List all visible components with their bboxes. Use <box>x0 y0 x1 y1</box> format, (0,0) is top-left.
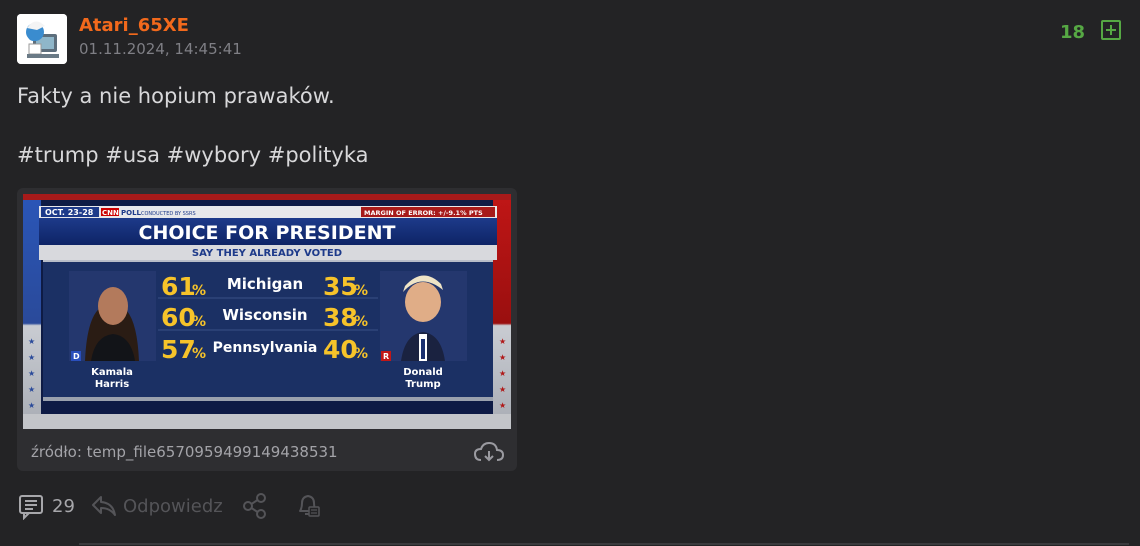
percent-sign: % <box>192 314 206 330</box>
svg-text:★: ★ <box>499 337 506 346</box>
state-michigan: Michigan <box>227 275 303 293</box>
post-tags[interactable]: #trump #usa #wybory #polityka <box>17 143 369 167</box>
graphic-subtitle: SAY THEY ALREADY VOTED <box>192 248 342 259</box>
comments-icon[interactable] <box>17 492 45 520</box>
post-text-line: Fakty a nie hopium prawaków. <box>17 84 335 108</box>
harris-party-badge: D <box>73 352 80 361</box>
trump-michigan-value: 35 <box>323 272 358 301</box>
plus-icon <box>1106 25 1116 35</box>
svg-text:★: ★ <box>28 401 35 410</box>
graphic-title: CHOICE FOR PRESIDENT <box>139 222 396 244</box>
svg-text:★: ★ <box>499 369 506 378</box>
percent-sign: % <box>192 283 206 299</box>
poll-margin: MARGIN OF ERROR: +/-9.1% PTS <box>364 209 483 217</box>
comments-count[interactable]: 29 <box>52 496 75 517</box>
reply-button[interactable]: Odpowiedz <box>123 496 223 517</box>
svg-text:★: ★ <box>28 369 35 378</box>
svg-text:★: ★ <box>499 353 506 362</box>
poll-date-tag: OCT. 23-28 <box>45 208 94 217</box>
trump-pennsylvania-value: 40 <box>323 335 358 364</box>
reply-icon[interactable] <box>90 492 118 520</box>
trump-wisconsin-value: 38 <box>323 303 358 332</box>
percent-sign: % <box>354 283 368 299</box>
harris-michigan-value: 61 <box>161 272 196 301</box>
vote-score: 18 <box>1060 22 1086 43</box>
harris-last-name: Harris <box>95 379 129 390</box>
svg-text:★: ★ <box>28 353 35 362</box>
percent-sign: % <box>354 346 368 362</box>
embedded-image-card: ★ ★ ★ ★ ★ ★ ★ ★ ★ ★ OCT. 23-28 CNN POLL … <box>17 188 517 471</box>
trump-first-name: Donald <box>403 367 443 378</box>
author-name[interactable]: Atari_65XE <box>79 15 189 36</box>
poll-graphic-image[interactable]: ★ ★ ★ ★ ★ ★ ★ ★ ★ ★ OCT. 23-28 CNN POLL … <box>23 194 511 429</box>
upvote-button[interactable] <box>1101 20 1121 40</box>
trump-party-badge: R <box>383 352 389 361</box>
post-date: 01.11.2024, 14:45:41 <box>79 40 242 58</box>
state-wisconsin: Wisconsin <box>222 306 307 324</box>
svg-text:★: ★ <box>28 385 35 394</box>
trump-last-name: Trump <box>405 379 440 390</box>
svg-text:★: ★ <box>499 401 506 410</box>
state-pennsylvania: Pennsylvania <box>213 340 318 356</box>
poll-sub: CONDUCTED BY SSRS <box>141 211 196 217</box>
download-cloud-icon[interactable] <box>473 440 505 466</box>
poll-label: POLL <box>121 209 142 217</box>
poll-brand: CNN <box>102 209 119 217</box>
harris-pennsylvania-value: 57 <box>161 335 196 364</box>
percent-sign: % <box>354 314 368 330</box>
post-divider <box>79 543 1129 545</box>
share-icon[interactable] <box>241 492 269 520</box>
notification-bell-icon[interactable] <box>294 492 322 520</box>
percent-sign: % <box>192 346 206 362</box>
svg-text:★: ★ <box>499 385 506 394</box>
author-avatar[interactable] <box>17 14 67 64</box>
image-source-caption: źródło: temp_file6570959499149438531 <box>31 443 338 461</box>
harris-first-name: Kamala <box>91 367 133 378</box>
svg-text:★: ★ <box>28 337 35 346</box>
harris-wisconsin-value: 60 <box>161 303 196 332</box>
